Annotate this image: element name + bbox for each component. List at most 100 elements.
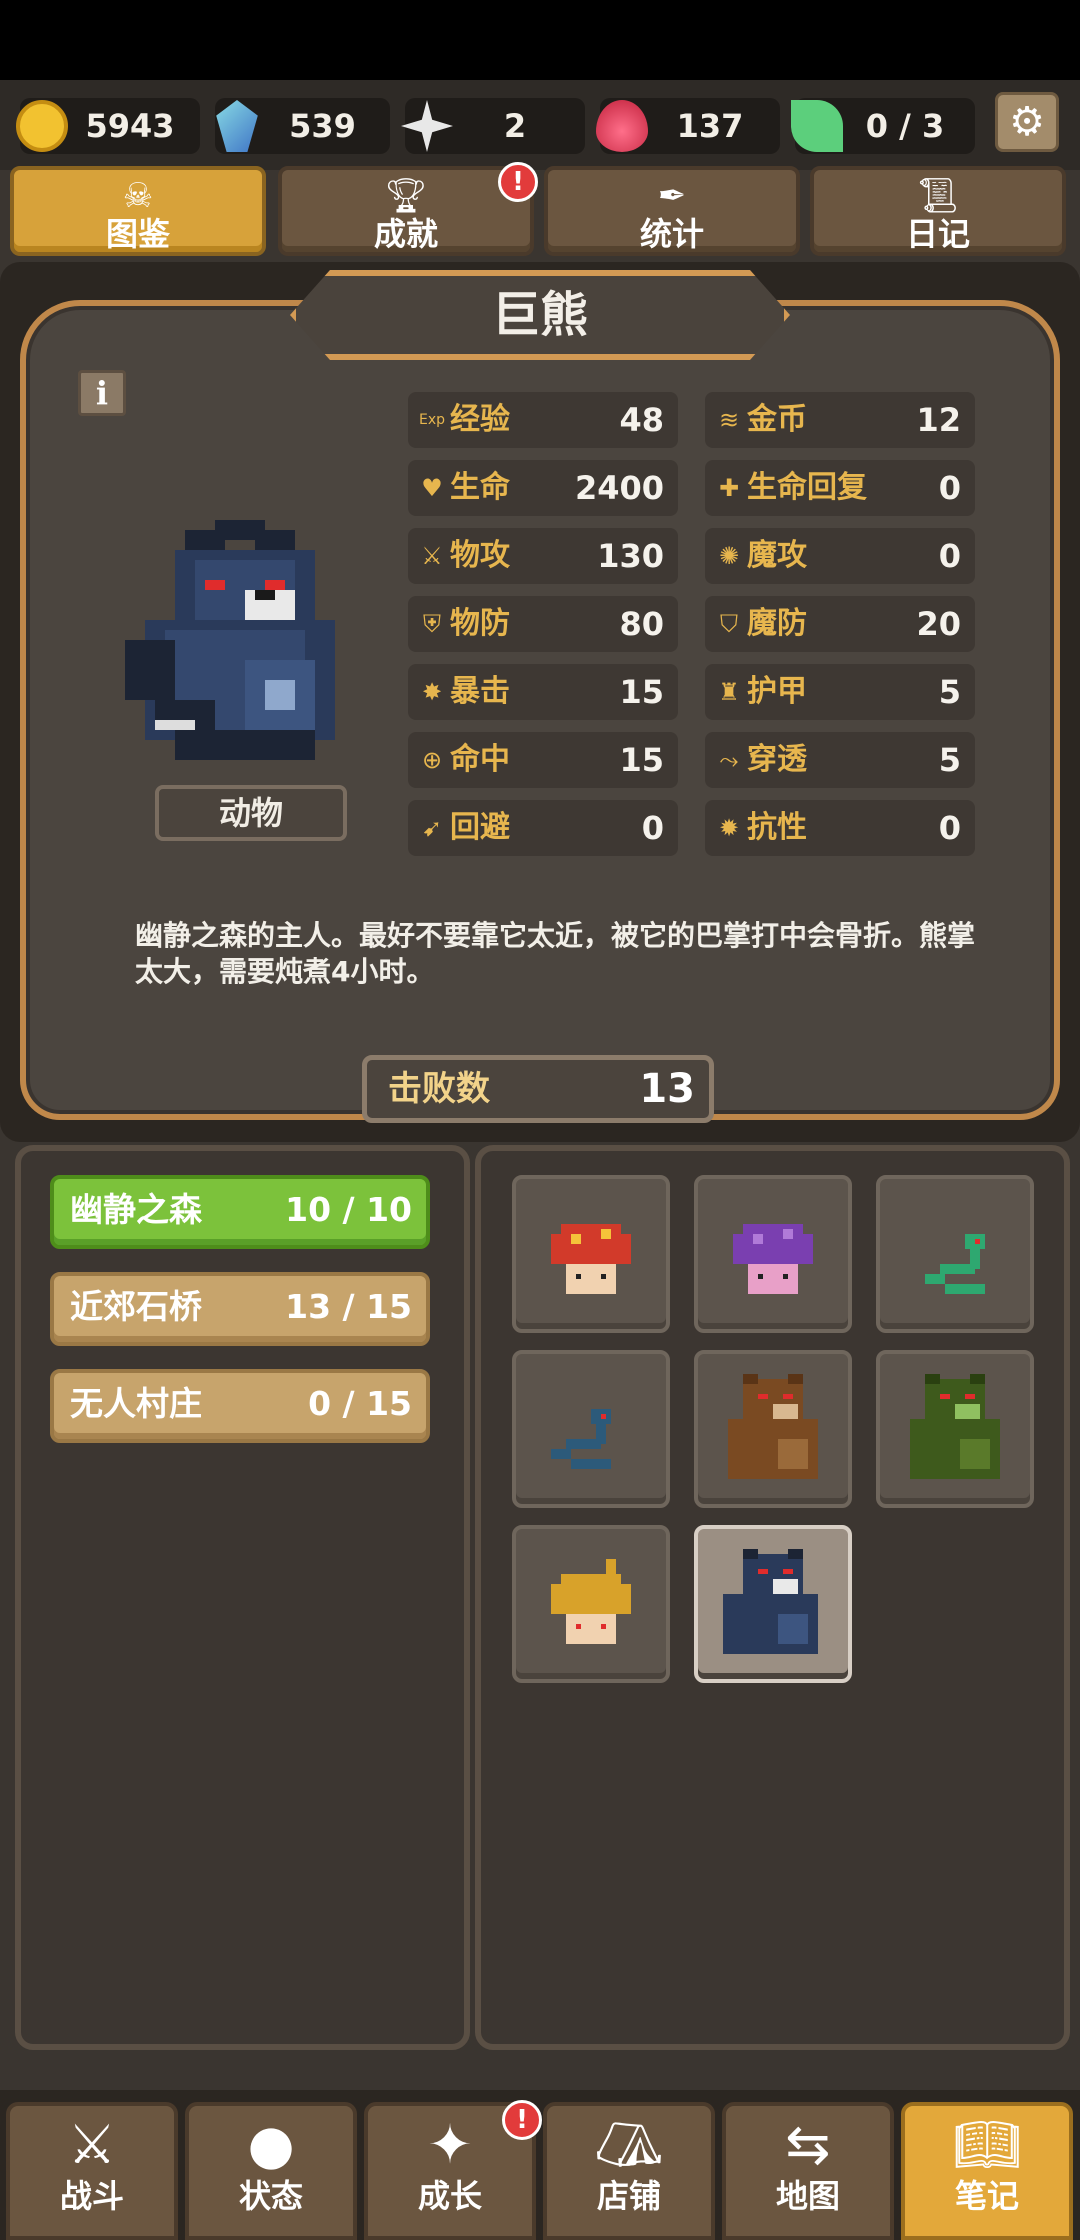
tab-bestiary[interactable]: ☠ 图鉴 [10,166,266,256]
resource-bar: 5943 539 2 137 0 / 3 [0,80,1080,170]
system-status-bar [0,0,1080,80]
nav-status[interactable]: ● 状态 [185,2102,357,2240]
region-name: 近郊石桥 [70,1287,202,1326]
leaf-value: 0 / 3 [865,107,945,145]
monster-cell[interactable] [512,1350,670,1508]
stat-value: 0 [938,809,961,847]
tab-label: 图鉴 [105,215,170,253]
region-item-quiet-forest[interactable]: 幽静之森 10 / 10 [50,1175,430,1249]
person-icon: ● [247,2113,295,2176]
nav-battle[interactable]: ⚔ 战斗 [6,2102,178,2240]
gold-value: 5943 [85,107,175,145]
tab-statistics[interactable]: ✒ 统计 [544,166,800,256]
resist-icon: ✹ [718,814,740,842]
settings-button[interactable]: ⚙ [995,92,1059,152]
magic-shield-icon: ⛉ [720,610,738,638]
stat-armor: ♜ 护甲 5 [705,664,975,720]
stat-value: 20 [916,605,961,643]
stat-label: 魔攻 [747,538,807,573]
info-button[interactable]: i [78,370,126,416]
stat-hp: ♥ 生命 2400 [408,460,678,516]
soul-value: 137 [676,107,744,145]
stat-value: 15 [619,741,664,779]
star-value: 2 [503,107,527,145]
resource-star: 2 [401,98,585,154]
blue-snake-icon [551,1409,611,1469]
monster-type-label: 动物 [155,785,347,841]
shield-icon: ⛨ [423,610,441,638]
region-count: 10 / 10 [285,1190,412,1229]
stat-gold: ≋ 金币 12 [705,392,975,448]
stat-value: 130 [597,537,664,575]
monster-description: 幽静之森的主人。最好不要靠它太近，被它的巴掌打中会骨折。熊掌太大，需要炖煮4小时… [135,919,976,988]
resource-crystal: 539 [215,98,390,154]
stat-phys-defense: ⛨ 物防 80 [408,596,678,652]
region-name: 幽静之森 [70,1190,202,1229]
stat-label: 魔防 [747,606,807,641]
stat-label: 抗性 [747,810,807,845]
stat-label: 生命回复 [747,470,867,505]
monster-cell[interactable] [694,1175,852,1333]
armor-icon: ♜ [718,678,740,706]
trophy-icon: 🏆︎ [384,176,428,216]
region-item-empty-village[interactable]: 无人村庄 0 / 15 [50,1369,430,1443]
monster-cell[interactable] [512,1525,670,1683]
tab-diary[interactable]: 📜︎ 日记 [810,166,1066,256]
stat-label: 暴击 [450,674,510,709]
stat-resistance: ✹ 抗性 0 [705,800,975,856]
tab-label: 成就 [373,215,438,253]
stat-penetration: ⤳ 穿透 5 [705,732,975,788]
pierce-icon: ⤳ [719,746,739,774]
scroll-icon: 📜︎ [916,176,960,216]
stat-label: 物攻 [450,538,510,573]
stat-magic-defense: ⛉ 魔防 20 [705,596,975,652]
nav-label: 店铺 [596,2177,661,2215]
stat-exp: Exp 经验 48 [408,392,678,448]
exp-icon: Exp [418,412,446,428]
stat-value: 80 [619,605,664,643]
sword-icon: ⚔ [421,542,443,570]
brown-bear-icon [728,1374,818,1479]
tab-label: 日记 [905,215,970,253]
tab-achievements[interactable]: 🏆︎ 成就 [278,166,534,256]
nav-shop[interactable]: ⛺︎ 店铺 [543,2102,715,2240]
red-mushroom-icon [551,1224,631,1294]
crit-icon: ✸ [421,678,443,706]
monster-cell[interactable] [694,1350,852,1508]
stat-value: 2400 [574,469,664,507]
nav-label: 成长 [417,2177,482,2215]
nav-label: 笔记 [954,2177,1019,2215]
stat-phys-attack: ⚔ 物攻 130 [408,528,678,584]
stat-accuracy: ⊕ 命中 15 [408,732,678,788]
stat-value: 5 [938,673,961,711]
region-count: 0 / 15 [308,1384,412,1423]
crystal-value: 539 [289,107,356,145]
stat-value: 5 [938,741,961,779]
stat-hp-regen: ✚ 生命回复 0 [705,460,975,516]
crossed-swords-icon: ⚔ [67,2113,117,2176]
kills-label: 击败数 [388,1069,490,1109]
region-name: 无人村庄 [70,1384,202,1423]
resource-leaf: 0 / 3 [791,98,975,154]
green-snake-icon [925,1234,985,1294]
nav-map[interactable]: ⇆ 地图 [722,2102,894,2240]
stat-label: 金币 [747,402,807,437]
tab-label: 统计 [639,215,704,253]
monster-cell[interactable] [512,1175,670,1333]
region-count: 13 / 15 [285,1287,412,1326]
signpost-icon: ⇆ [785,2113,831,2176]
stat-value: 15 [619,673,664,711]
monster-cell-selected[interactable] [694,1525,852,1683]
coins-icon: ≋ [718,406,740,434]
purple-mushroom-icon [733,1224,813,1294]
region-item-stone-bridge[interactable]: 近郊石桥 13 / 15 [50,1272,430,1346]
nav-label: 状态 [238,2177,303,2215]
giant-bear-icon [723,1549,818,1654]
nav-notes[interactable]: 📖︎ 笔记 [901,2102,1073,2240]
stat-crit: ✸ 暴击 15 [408,664,678,720]
gear-icon: ⚙ [1009,99,1045,145]
monster-cell[interactable] [876,1350,1034,1508]
nav-label: 地图 [775,2177,840,2215]
monster-cell[interactable] [876,1175,1034,1333]
tent-icon: ⛺︎ [594,2113,664,2176]
